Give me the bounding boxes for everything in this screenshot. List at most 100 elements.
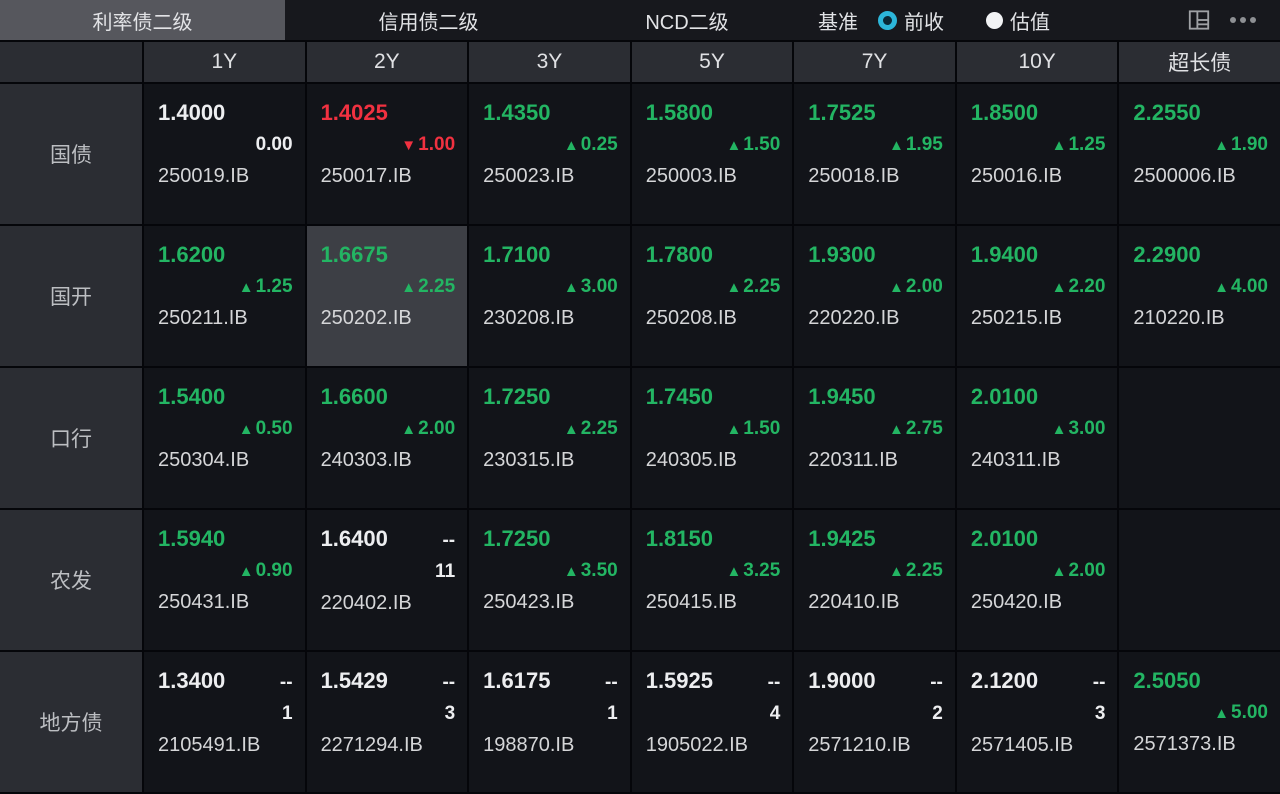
bond-code: 230208.IB: [483, 307, 618, 330]
bond-yield-line: 2.5050: [1133, 668, 1268, 693]
bond-cell-exim-3y[interactable]: 1.7250▲2.25230315.IB: [469, 368, 630, 508]
bond-change-value: 2.20: [1068, 276, 1105, 297]
bond-cell-treasury-5y[interactable]: 1.5800▲1.50250003.IB: [632, 84, 793, 224]
bond-yield-value: 1.5940: [158, 526, 225, 551]
bond-code: 250211.IB: [158, 307, 293, 330]
bond-change-value: 1.90: [1231, 134, 1268, 155]
bond-yield-value: 1.6200: [158, 242, 225, 267]
bond-yield-value: 1.7800: [646, 242, 713, 267]
top-bar: 利率债二级 信用债二级 NCD二级 基准 前收 估值: [0, 0, 1280, 40]
radio-valuation[interactable]: 估值: [986, 6, 1050, 35]
bond-code: 250215.IB: [971, 307, 1106, 330]
bond-change-up: ▲5.00: [1133, 702, 1268, 724]
bond-change-value: 2.25: [743, 276, 780, 297]
bond-change-up: ▲1.95: [808, 134, 943, 156]
bond-yield-line: 2.0100: [971, 384, 1106, 409]
bond-code: 210220.IB: [1133, 307, 1268, 330]
bond-cell-adbc-3y[interactable]: 1.7250▲3.50250423.IB: [469, 510, 630, 650]
bond-change-up: ▲1.90: [1133, 134, 1268, 156]
no-change-dash: --: [1093, 672, 1106, 694]
bond-cell-exim-1y[interactable]: 1.5400▲0.50250304.IB: [144, 368, 305, 508]
bond-cell-treasury-ultra-long[interactable]: 2.2550▲1.902500006.IB: [1119, 84, 1280, 224]
bond-yield-line: 2.1200--: [971, 668, 1106, 694]
bond-yield-line: 2.2550: [1133, 100, 1268, 125]
bond-change-up: ▲1.50: [646, 134, 781, 156]
bond-cell-cdb-10y[interactable]: 1.9400▲2.20250215.IB: [957, 226, 1118, 366]
more-options-ellipsis-icon[interactable]: [1230, 17, 1256, 23]
benchmark-group: 基准 前收 估值: [818, 0, 1050, 40]
bond-change-value: 2.00: [906, 276, 943, 297]
bond-cell-exim-7y[interactable]: 1.9450▲2.75220311.IB: [794, 368, 955, 508]
bond-yield-value: 1.6675: [321, 242, 388, 267]
up-triangle-icon: ▲: [726, 563, 741, 580]
bond-yield-value: 1.9400: [971, 242, 1038, 267]
bond-cell-cdb-3y[interactable]: 1.7100▲3.00230208.IB: [469, 226, 630, 366]
tab-rates-bond-secondary[interactable]: 利率债二级: [0, 0, 285, 40]
bond-cell-exim-5y[interactable]: 1.7450▲1.50240305.IB: [632, 368, 793, 508]
bond-cell-adbc-5y[interactable]: 1.8150▲3.25250415.IB: [632, 510, 793, 650]
bond-cell-exim-2y[interactable]: 1.6600▲2.00240303.IB: [307, 368, 468, 508]
benchmark-label: 基准: [818, 6, 858, 35]
bond-cell-adbc-7y[interactable]: 1.9425▲2.25220410.IB: [794, 510, 955, 650]
bond-cell-treasury-10y[interactable]: 1.8500▲1.25250016.IB: [957, 84, 1118, 224]
up-triangle-icon: ▲: [1052, 421, 1067, 438]
bond-code: 230315.IB: [483, 449, 618, 472]
bond-quote-count: 3: [321, 703, 456, 725]
row-label-cdb: 国开: [0, 226, 142, 366]
bond-cell-cdb-2y[interactable]: 1.6675▲2.25250202.IB: [307, 226, 468, 366]
bond-cell-treasury-3y[interactable]: 1.4350▲0.25250023.IB: [469, 84, 630, 224]
bond-cell-local-gov-5y[interactable]: 1.5925--41905022.IB: [632, 652, 793, 792]
tab-credit-bond-secondary[interactable]: 信用债二级: [285, 0, 572, 40]
bond-cell-cdb-ultra-long[interactable]: 2.2900▲4.00210220.IB: [1119, 226, 1280, 366]
bond-cell-adbc-10y[interactable]: 2.0100▲2.00250420.IB: [957, 510, 1118, 650]
bond-yield-value: 1.7525: [808, 100, 875, 125]
topbar-icons: [1186, 0, 1280, 40]
bond-cell-local-gov-10y[interactable]: 2.1200--32571405.IB: [957, 652, 1118, 792]
bond-change-value: 0.90: [256, 560, 293, 581]
bond-cell-local-gov-ultra-long[interactable]: 2.5050▲5.002571373.IB: [1119, 652, 1280, 792]
bond-cell-local-gov-3y[interactable]: 1.6175--1198870.IB: [469, 652, 630, 792]
bond-cell-cdb-1y[interactable]: 1.6200▲1.25250211.IB: [144, 226, 305, 366]
bond-cell-local-gov-2y[interactable]: 1.5429--32271294.IB: [307, 652, 468, 792]
bond-code: 250415.IB: [646, 591, 781, 614]
bond-change-up: ▲2.00: [971, 560, 1106, 582]
bond-cell-treasury-2y[interactable]: 1.4025▼1.00250017.IB: [307, 84, 468, 224]
bond-cell-adbc-1y[interactable]: 1.5940▲0.90250431.IB: [144, 510, 305, 650]
bond-yield-line: 1.4350: [483, 100, 618, 125]
bond-cell-adbc-2y[interactable]: 1.6400--11220402.IB: [307, 510, 468, 650]
bond-yield-line: 1.6600: [321, 384, 456, 409]
bond-code: 250423.IB: [483, 591, 618, 614]
column-header-3y: 3Y: [469, 42, 630, 82]
panel-layout-icon[interactable]: [1186, 7, 1212, 33]
no-change-dash: --: [280, 672, 293, 694]
bond-cell-local-gov-7y[interactable]: 1.9000--22571210.IB: [794, 652, 955, 792]
bond-change-value: 3.25: [743, 560, 780, 581]
bond-code: 250420.IB: [971, 591, 1106, 614]
bond-cell-cdb-5y[interactable]: 1.7800▲2.25250208.IB: [632, 226, 793, 366]
bond-cell-exim-10y[interactable]: 2.0100▲3.00240311.IB: [957, 368, 1118, 508]
up-triangle-icon: ▲: [1214, 137, 1229, 154]
radio-prev-close[interactable]: 前收: [878, 6, 944, 35]
bond-change-value: 3.50: [581, 560, 618, 581]
bond-cell-local-gov-1y[interactable]: 1.3400--12105491.IB: [144, 652, 305, 792]
bond-cell-treasury-7y[interactable]: 1.7525▲1.95250018.IB: [794, 84, 955, 224]
bond-change-up: ▲3.00: [483, 276, 618, 298]
bond-change-value: 1.95: [906, 134, 943, 155]
up-triangle-icon: ▲: [889, 421, 904, 438]
tab-ncd-secondary[interactable]: NCD二级: [572, 0, 802, 40]
bond-code: 250003.IB: [646, 165, 781, 188]
bond-change-up: ▲2.25: [646, 276, 781, 298]
up-triangle-icon: ▲: [401, 279, 416, 296]
bond-code: 1905022.IB: [646, 734, 781, 757]
no-change-dash: --: [930, 672, 943, 694]
bond-code: 240311.IB: [971, 449, 1106, 472]
bond-yield-value: 1.5429: [321, 668, 388, 693]
down-triangle-icon: ▼: [401, 137, 416, 154]
bond-cell-cdb-7y[interactable]: 1.9300▲2.00220220.IB: [794, 226, 955, 366]
bond-quote-count-value: 3: [445, 703, 456, 724]
grid-corner-cell: [0, 42, 142, 82]
up-triangle-icon: ▲: [239, 563, 254, 580]
bond-code: 220402.IB: [321, 592, 456, 615]
bond-cell-treasury-1y[interactable]: 1.40000.00250019.IB: [144, 84, 305, 224]
bond-change-value: 0.00: [256, 134, 293, 155]
